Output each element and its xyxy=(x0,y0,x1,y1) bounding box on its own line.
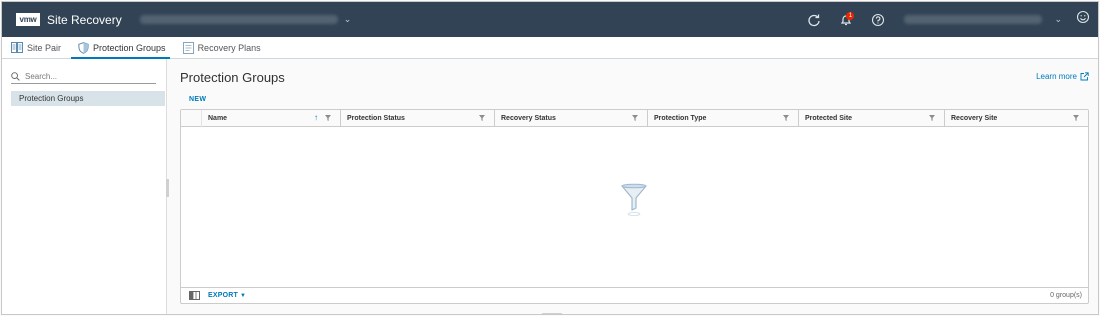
filter-icon[interactable] xyxy=(479,115,485,121)
notification-badge: 1 xyxy=(846,11,855,20)
column-header-recovery-site[interactable]: Recovery Site xyxy=(945,110,1088,127)
grid-header: Name ↑ Protection Status Recovery Status… xyxy=(181,110,1088,127)
user-name-redacted[interactable] xyxy=(904,15,1043,24)
column-header-name[interactable]: Name ↑ xyxy=(202,110,341,127)
bell-icon[interactable]: 1 xyxy=(836,10,856,30)
column-label: Protection Type xyxy=(654,115,707,122)
chevron-down-icon: ▼ xyxy=(239,292,247,299)
server-name-redacted xyxy=(139,15,338,24)
main-content: Protection Groups Learn more NEW Name ↑ … xyxy=(168,59,1098,314)
export-label: EXPORT xyxy=(208,292,238,299)
tab-site-pair[interactable]: Site Pair xyxy=(2,37,69,58)
help-icon[interactable] xyxy=(868,10,888,30)
column-toggle-icon[interactable] xyxy=(189,291,200,300)
header-actions: 1 ⌄ xyxy=(804,2,1098,37)
app-window: vmw Site Recovery ⌄ 1 ⌄ Site Pair Protec… xyxy=(1,1,1099,315)
filter-icon[interactable] xyxy=(325,115,331,121)
learn-more-link[interactable]: Learn more xyxy=(1036,72,1089,81)
sort-ascending-icon[interactable]: ↑ xyxy=(314,113,318,122)
grid-footer: EXPORT ▼ 0 group(s) xyxy=(181,287,1088,303)
site-pair-icon xyxy=(11,42,23,53)
top-header: vmw Site Recovery ⌄ 1 ⌄ xyxy=(2,2,1098,37)
recovery-plan-icon xyxy=(182,41,194,54)
server-selector[interactable]: ⌄ xyxy=(139,14,352,25)
tab-label: Recovery Plans xyxy=(197,42,261,53)
search-input[interactable] xyxy=(25,71,145,81)
bottom-panel-handle[interactable] xyxy=(542,313,562,314)
filter-icon[interactable] xyxy=(1073,115,1079,121)
sidebar-item-protection-groups[interactable]: Protection Groups xyxy=(11,91,165,106)
learn-more-label: Learn more xyxy=(1036,72,1077,81)
column-label: Protection Status xyxy=(347,115,405,122)
protection-groups-grid: Name ↑ Protection Status Recovery Status… xyxy=(180,109,1089,304)
column-header-protection-status[interactable]: Protection Status xyxy=(341,110,495,127)
filter-icon[interactable] xyxy=(929,115,935,121)
column-header-protected-site[interactable]: Protected Site xyxy=(799,110,945,127)
app-title: Site Recovery xyxy=(47,12,122,27)
external-link-icon xyxy=(1080,72,1089,81)
filter-icon[interactable] xyxy=(632,115,638,121)
sidebar: Protection Groups xyxy=(2,59,167,314)
new-button[interactable]: NEW xyxy=(189,96,206,103)
tab-bar: Site Pair Protection Groups Recovery Pla… xyxy=(2,37,1098,59)
column-label: Protected Site xyxy=(805,115,853,122)
tab-protection-groups[interactable]: Protection Groups xyxy=(69,37,174,59)
export-button[interactable]: EXPORT ▼ xyxy=(208,292,246,299)
user-icon[interactable] xyxy=(1076,10,1090,29)
tab-label: Site Pair xyxy=(27,42,62,53)
column-label: Recovery Site xyxy=(951,115,998,122)
tab-label: Protection Groups xyxy=(93,42,166,53)
filter-icon[interactable] xyxy=(783,115,789,121)
vmw-logo: vmw xyxy=(16,13,40,26)
refresh-icon[interactable] xyxy=(804,10,824,30)
row-count: 0 group(s) xyxy=(1050,292,1082,299)
tab-recovery-plans[interactable]: Recovery Plans xyxy=(174,37,269,58)
search-icon xyxy=(11,71,20,81)
chevron-down-icon: ⌄ xyxy=(343,14,352,24)
column-header-recovery-status[interactable]: Recovery Status xyxy=(495,110,648,127)
empty-filter-icon xyxy=(621,183,647,216)
sidebar-search xyxy=(11,69,156,84)
page-title: Protection Groups xyxy=(180,70,285,85)
column-label: Recovery Status xyxy=(501,115,556,122)
selection-column xyxy=(181,110,202,127)
column-label: Name xyxy=(208,115,228,122)
shield-icon xyxy=(78,41,89,54)
column-header-protection-type[interactable]: Protection Type xyxy=(648,110,799,127)
chevron-down-icon[interactable]: ⌄ xyxy=(1054,14,1062,25)
